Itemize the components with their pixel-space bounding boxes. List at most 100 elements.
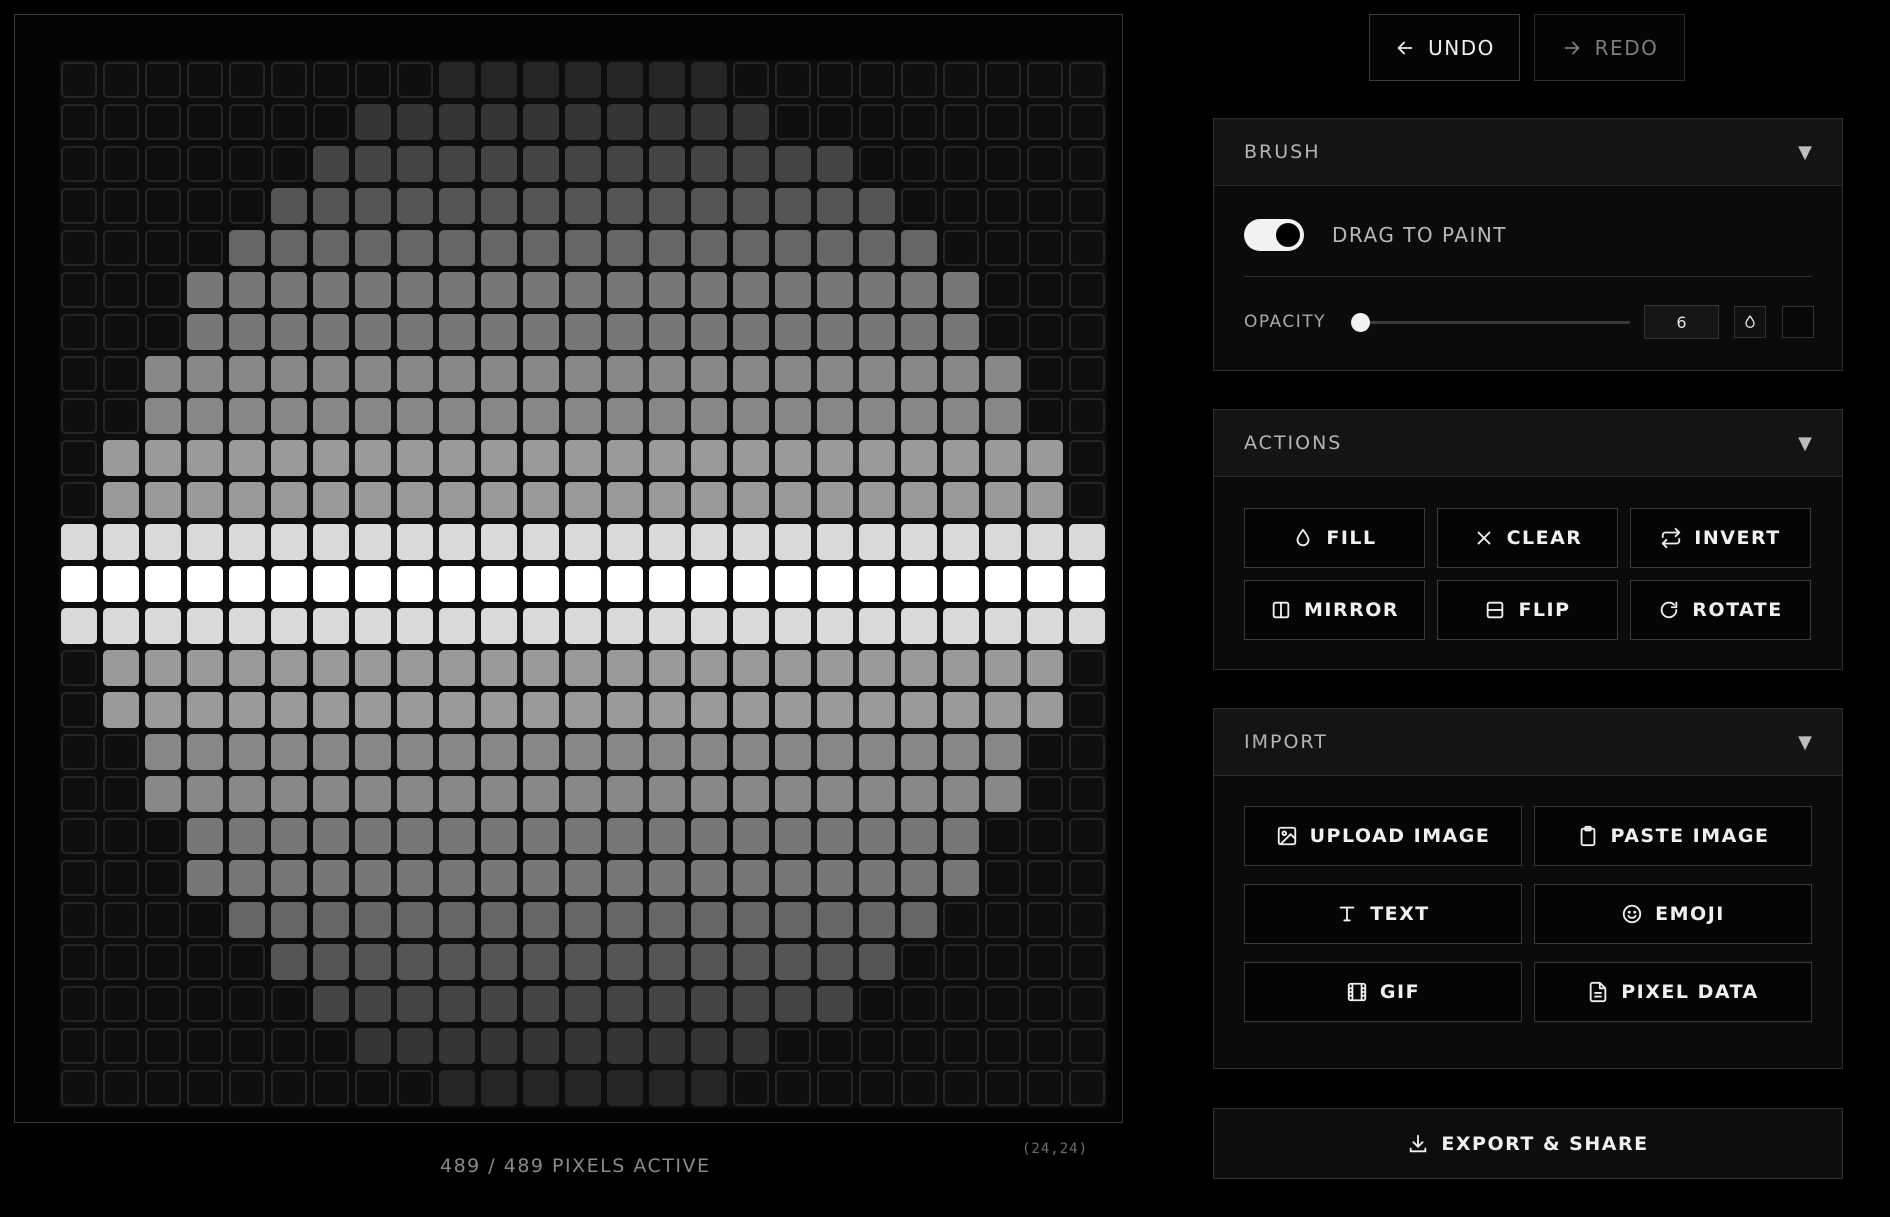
pixel-cell[interactable]	[187, 398, 223, 434]
pixel-cell[interactable]	[775, 1070, 811, 1106]
pixel-cell[interactable]	[1027, 440, 1063, 476]
pixel-cell[interactable]	[649, 356, 685, 392]
pixel-cell[interactable]	[187, 104, 223, 140]
pixel-cell[interactable]	[313, 860, 349, 896]
pixel-cell[interactable]	[61, 734, 97, 770]
pixel-cell[interactable]	[61, 146, 97, 182]
pixel-cell[interactable]	[1027, 146, 1063, 182]
pixel-cell[interactable]	[565, 356, 601, 392]
pixel-cell[interactable]	[943, 230, 979, 266]
pixel-cell[interactable]	[523, 650, 559, 686]
pixel-cell[interactable]	[61, 440, 97, 476]
pixel-cell[interactable]	[313, 1028, 349, 1064]
pixel-cell[interactable]	[481, 692, 517, 728]
pixel-cell[interactable]	[229, 146, 265, 182]
pixel-cell[interactable]	[439, 734, 475, 770]
pixel-cell[interactable]	[859, 524, 895, 560]
pixel-cell[interactable]	[229, 482, 265, 518]
pixel-cell[interactable]	[271, 650, 307, 686]
pixel-cell[interactable]	[901, 398, 937, 434]
pixel-cell[interactable]	[859, 1028, 895, 1064]
pixel-cell[interactable]	[103, 104, 139, 140]
pixel-cell[interactable]	[103, 776, 139, 812]
pixel-cell[interactable]	[355, 440, 391, 476]
pixel-cell[interactable]	[439, 566, 475, 602]
pixel-cell[interactable]	[607, 692, 643, 728]
pixel-cell[interactable]	[145, 398, 181, 434]
pixel-cell[interactable]	[61, 62, 97, 98]
pixel-cell[interactable]	[691, 356, 727, 392]
pixel-cell[interactable]	[145, 986, 181, 1022]
pixel-cell[interactable]	[523, 524, 559, 560]
pixel-cell[interactable]	[523, 566, 559, 602]
pixel-cell[interactable]	[271, 986, 307, 1022]
pixel-cell[interactable]	[1069, 944, 1105, 980]
pixel-cell[interactable]	[481, 104, 517, 140]
pixel-cell[interactable]	[145, 1070, 181, 1106]
pixel-cell[interactable]	[61, 1070, 97, 1106]
pixel-cell[interactable]	[355, 566, 391, 602]
redo-button[interactable]: REDO	[1534, 14, 1685, 81]
pixel-cell[interactable]	[523, 776, 559, 812]
pixel-cell[interactable]	[229, 524, 265, 560]
pixel-cell[interactable]	[397, 1070, 433, 1106]
pixel-cell[interactable]	[1027, 860, 1063, 896]
pixel-cell[interactable]	[943, 1070, 979, 1106]
pixel-cell[interactable]	[187, 734, 223, 770]
pixel-cell[interactable]	[943, 986, 979, 1022]
pixel-cell[interactable]	[439, 146, 475, 182]
pixel-cell[interactable]	[649, 440, 685, 476]
pixel-cell[interactable]	[439, 986, 475, 1022]
pixel-cell[interactable]	[649, 188, 685, 224]
pixel-cell[interactable]	[1027, 692, 1063, 728]
pixel-cell[interactable]	[145, 692, 181, 728]
pixel-cell[interactable]	[187, 524, 223, 560]
pixel-cell[interactable]	[355, 104, 391, 140]
pixel-cell[interactable]	[985, 146, 1021, 182]
pixel-cell[interactable]	[313, 524, 349, 560]
pixel-cell[interactable]	[859, 230, 895, 266]
pixel-cell[interactable]	[943, 860, 979, 896]
pixel-cell[interactable]	[607, 608, 643, 644]
pixel-cell[interactable]	[103, 692, 139, 728]
pixel-cell[interactable]	[313, 734, 349, 770]
pixel-cell[interactable]	[1069, 482, 1105, 518]
pixel-cell[interactable]	[607, 734, 643, 770]
pixel-cell[interactable]	[145, 440, 181, 476]
pixel-cell[interactable]	[649, 776, 685, 812]
pixel-cell[interactable]	[271, 482, 307, 518]
pixel-cell[interactable]	[565, 62, 601, 98]
pixel-cell[interactable]	[103, 986, 139, 1022]
pixel-cell[interactable]	[607, 356, 643, 392]
pixel-cell[interactable]	[775, 188, 811, 224]
pixel-cell[interactable]	[1069, 608, 1105, 644]
pixel-cell[interactable]	[901, 272, 937, 308]
pixel-cell[interactable]	[523, 860, 559, 896]
pixel-cell[interactable]	[985, 524, 1021, 560]
pixel-cell[interactable]	[481, 272, 517, 308]
pixel-cell[interactable]	[229, 566, 265, 602]
pixel-cell[interactable]	[271, 566, 307, 602]
pixel-cell[interactable]	[817, 1070, 853, 1106]
pixel-cell[interactable]	[271, 1028, 307, 1064]
pixel-cell[interactable]	[313, 692, 349, 728]
pixel-cell[interactable]	[775, 440, 811, 476]
pixel-cell[interactable]	[439, 440, 475, 476]
pixel-cell[interactable]	[691, 62, 727, 98]
pixel-cell[interactable]	[901, 146, 937, 182]
pixel-cell[interactable]	[943, 566, 979, 602]
pixel-cell[interactable]	[775, 818, 811, 854]
pixel-cell[interactable]	[481, 986, 517, 1022]
pixel-cell[interactable]	[901, 818, 937, 854]
pixel-cell[interactable]	[775, 104, 811, 140]
pixel-cell[interactable]	[775, 650, 811, 686]
color-swatch[interactable]	[1782, 306, 1814, 338]
pixel-cell[interactable]	[1069, 986, 1105, 1022]
pixel-cell[interactable]	[103, 902, 139, 938]
pixel-cell[interactable]	[607, 944, 643, 980]
pixel-cell[interactable]	[775, 566, 811, 602]
pixel-cell[interactable]	[901, 986, 937, 1022]
pixel-cell[interactable]	[985, 356, 1021, 392]
pixel-cell[interactable]	[1069, 566, 1105, 602]
pixel-cell[interactable]	[229, 440, 265, 476]
